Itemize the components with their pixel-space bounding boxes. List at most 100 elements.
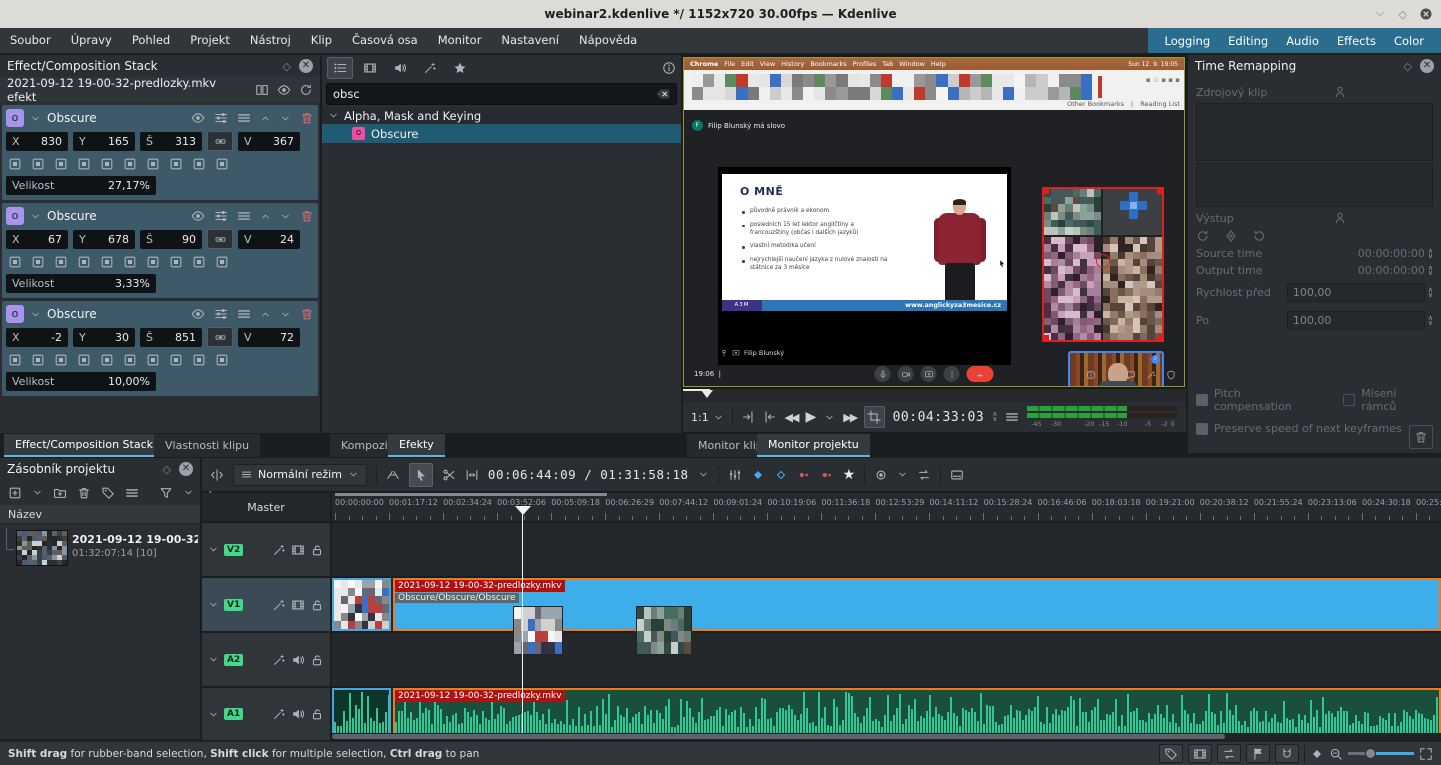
effect-menu-icon[interactable] (237, 111, 251, 125)
menu-pohled[interactable]: Pohled (122, 28, 180, 53)
add-keyframe-icon[interactable] (1224, 229, 1238, 243)
param-height[interactable]: V24 (238, 230, 300, 249)
timeline-zone[interactable] (335, 493, 607, 496)
source-time-value[interactable]: 00:00:00:00 (1358, 247, 1425, 260)
position-preset-icon[interactable] (123, 353, 137, 367)
float-panel-icon[interactable]: ◇ (163, 463, 171, 476)
position-preset-icon[interactable] (169, 353, 183, 367)
link-ratio-button[interactable] (207, 131, 233, 151)
tab-effect-stack[interactable]: Effect/Composition Stack (4, 434, 164, 457)
keyframes-icon[interactable] (214, 111, 228, 125)
source-keyframe-area[interactable] (1196, 103, 1433, 161)
disable-effect-icon[interactable] (191, 209, 205, 223)
tags-icon[interactable] (101, 486, 115, 500)
position-preset-icon[interactable] (54, 157, 68, 171)
lift-zone-icon[interactable] (774, 468, 788, 482)
next-keyframe-icon[interactable] (1252, 229, 1266, 243)
close-panel-icon[interactable]: ✕ (299, 59, 313, 73)
lock-icon[interactable] (310, 598, 324, 612)
subtitles-icon[interactable] (950, 468, 964, 482)
track-effects-icon[interactable] (272, 543, 286, 557)
position-preset-icon[interactable] (8, 157, 22, 171)
param-width[interactable]: Š313 (140, 132, 202, 151)
monitor-playhead-marker[interactable] (701, 390, 713, 398)
position-preset-icon[interactable] (100, 255, 114, 269)
effects-search[interactable] (326, 83, 677, 105)
toggle-snap-button[interactable] (1275, 744, 1299, 763)
track-effects-icon[interactable] (272, 707, 286, 721)
bin-column-header[interactable]: Název (0, 505, 200, 524)
param-x[interactable]: X830 (6, 132, 68, 151)
menu--pravy[interactable]: Úpravy (61, 28, 122, 53)
create-folder-icon[interactable] (53, 486, 67, 500)
move-effect-up-icon[interactable] (260, 113, 271, 124)
link-ratio-button[interactable] (207, 229, 233, 249)
toggle-markers-button[interactable] (1246, 744, 1270, 763)
effect-menu-icon[interactable] (237, 209, 251, 223)
position-preset-icon[interactable] (8, 255, 22, 269)
extract-zone-icon[interactable] (797, 468, 811, 482)
show-effects-icon[interactable] (277, 83, 291, 97)
window-maximize-icon[interactable]: ◇ (1399, 8, 1407, 21)
track-effects-icon[interactable] (272, 598, 286, 612)
track-effects-icon[interactable] (272, 653, 286, 667)
forward-button[interactable]: ▶▶ (843, 411, 856, 424)
pitch-compensation-checkbox[interactable] (1196, 394, 1208, 406)
monitor-timecode[interactable]: 00:04:33:03 (893, 410, 985, 425)
menu-n-pov-da[interactable]: Nápověda (569, 28, 647, 53)
master-track-button[interactable]: Master (202, 493, 330, 521)
mixer-icon[interactable] (728, 468, 742, 482)
disable-effect-icon[interactable] (191, 307, 205, 321)
delete-effect-icon[interactable] (300, 209, 314, 223)
move-effect-down-icon[interactable] (280, 309, 291, 320)
workspace-logging[interactable]: Logging (1156, 34, 1220, 48)
track-header-a1[interactable]: A1 (202, 688, 330, 740)
audio-track-icon[interactable] (291, 707, 305, 721)
monitor-zoom-dropdown[interactable]: 1:1 (691, 411, 724, 424)
effects-search-input[interactable] (333, 87, 650, 101)
workspace-effects[interactable]: Effects (1328, 34, 1385, 48)
timecode-dropdown-icon[interactable] (698, 469, 709, 480)
param-width[interactable]: Š90 (140, 230, 202, 249)
video-effects-button[interactable] (357, 57, 383, 79)
workspace-color[interactable]: Color (1385, 34, 1433, 48)
play-options-icon[interactable] (824, 412, 835, 423)
rewind-button[interactable]: ◀◀ (785, 411, 798, 424)
position-preset-icon[interactable] (215, 255, 229, 269)
adjust-tracks-icon[interactable] (210, 468, 224, 482)
disable-effect-icon[interactable] (191, 111, 205, 125)
track-v2-lane[interactable] (332, 523, 1441, 576)
lock-icon[interactable] (310, 543, 324, 557)
zone-edit-button[interactable] (864, 406, 884, 428)
position-preset-icon[interactable] (77, 353, 91, 367)
position-preset-icon[interactable] (192, 353, 206, 367)
delete-effect-icon[interactable] (300, 111, 314, 125)
insert-zone-icon[interactable] (751, 468, 765, 482)
position-preset-icon[interactable] (100, 157, 114, 171)
collapse-effect-icon[interactable] (30, 211, 41, 222)
window-close-icon[interactable] (1419, 7, 1433, 21)
position-preset-icon[interactable] (8, 353, 22, 367)
float-panel-icon[interactable]: ◇ (283, 60, 291, 73)
position-preset-icon[interactable] (31, 157, 45, 171)
workspace-editing[interactable]: Editing (1219, 34, 1277, 48)
favorite-effects-icon[interactable]: ★ (843, 467, 856, 483)
menu-klip[interactable]: Klip (301, 28, 342, 53)
collapse-effect-icon[interactable] (30, 309, 41, 320)
output-keyframe-area[interactable] (1196, 163, 1433, 207)
keyframes-icon[interactable] (214, 209, 228, 223)
timecode-spinner[interactable]: ∧∨ (992, 412, 997, 422)
favorite-effects-button[interactable] (447, 57, 473, 79)
video-track-icon[interactable] (291, 543, 305, 557)
collapse-track-icon[interactable] (208, 654, 219, 665)
toggle-audio-thumbnails-button[interactable] (1217, 744, 1241, 763)
razor-tool-icon[interactable] (442, 468, 456, 482)
zone-out-icon[interactable] (763, 410, 777, 424)
record-dropdown-icon[interactable] (897, 469, 908, 480)
param-y[interactable]: Y30 (73, 328, 135, 347)
audio-effects-button[interactable] (387, 57, 413, 79)
link-ratio-button[interactable] (207, 327, 233, 347)
position-preset-icon[interactable] (31, 255, 45, 269)
edit-mode-dropdown[interactable]: Normální režim (233, 464, 367, 486)
track-badge[interactable]: A1 (224, 708, 243, 720)
